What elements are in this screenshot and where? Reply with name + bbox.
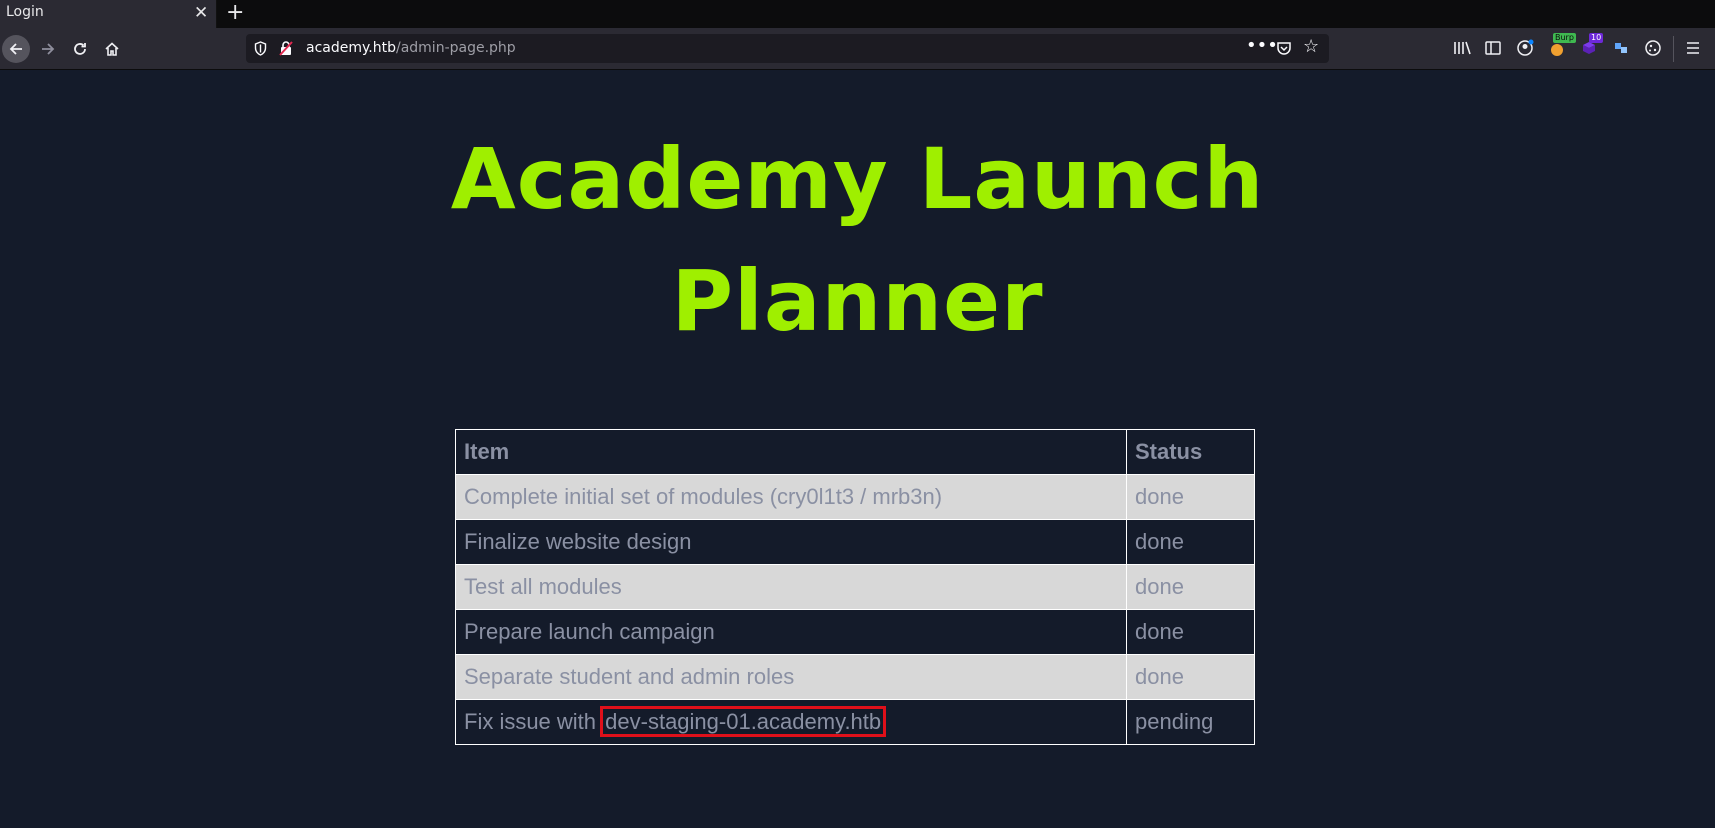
cookie-icon[interactable] — [1643, 38, 1663, 58]
row-status: done — [1126, 654, 1255, 700]
url-bar[interactable]: academy.htb/admin-page.php ••• ☆ — [246, 34, 1329, 63]
burp-extension-icon[interactable]: Burp — [1547, 33, 1576, 58]
home-icon — [105, 42, 119, 56]
tab-login[interactable]: Login ✕ — [0, 0, 217, 28]
row-item: Test all modules — [455, 564, 1127, 610]
bookmark-star-icon[interactable]: ☆ — [1303, 36, 1319, 57]
forward-button[interactable] — [34, 35, 62, 63]
extension-cube-icon[interactable]: 10 — [1579, 33, 1604, 58]
table-row: Fix issue with dev-staging-01.academy.ht… — [455, 699, 1255, 745]
table-row: Prepare launch campaign done — [455, 609, 1255, 655]
row-item: Finalize website design — [455, 519, 1127, 565]
launch-planner-table: Item Status Complete initial set of modu… — [455, 429, 1255, 745]
page-actions-more-icon[interactable]: ••• — [1246, 35, 1278, 56]
row-status: pending — [1126, 699, 1255, 745]
tab-title: Login — [6, 4, 44, 20]
burp-badge: Burp — [1553, 33, 1576, 43]
url-path: /admin-page.php — [395, 40, 516, 56]
reload-icon — [74, 43, 86, 55]
row-item: Prepare launch campaign — [455, 609, 1127, 655]
new-tab-button[interactable]: + — [226, 0, 244, 26]
row-item-prefix: Fix issue with — [464, 709, 603, 734]
header-item: Item — [455, 429, 1127, 475]
table-row: Test all modules done — [455, 564, 1255, 610]
row-item: Complete initial set of modules (cry0l1t… — [455, 474, 1127, 520]
home-button[interactable] — [98, 35, 126, 63]
menu-hamburger-icon[interactable] — [1683, 38, 1703, 58]
header-status: Status — [1126, 429, 1255, 475]
page-title-line1: Academy Launch — [450, 130, 1265, 228]
row-item: Separate student and admin roles — [455, 654, 1127, 700]
back-button[interactable] — [2, 35, 30, 63]
sidebar-icon[interactable] — [1483, 38, 1503, 58]
reload-button[interactable] — [66, 35, 94, 63]
table-row: Separate student and admin roles done — [455, 654, 1255, 700]
table-row: Complete initial set of modules (cry0l1t… — [455, 474, 1255, 520]
page-title-line2: Planner — [671, 252, 1044, 350]
library-icon[interactable] — [1452, 38, 1472, 58]
extension-count-badge: 10 — [1589, 33, 1604, 43]
toolbar-separator — [1673, 36, 1674, 62]
arrow-left-icon — [9, 43, 22, 55]
table-header-row: Item Status — [455, 429, 1255, 475]
row-item: Fix issue with dev-staging-01.academy.ht… — [455, 699, 1127, 745]
tab-bar: Login ✕ + — [0, 0, 1715, 28]
pocket-icon[interactable] — [1276, 40, 1292, 56]
insecure-lock-icon[interactable] — [279, 41, 293, 56]
table-row: Finalize website design done — [455, 519, 1255, 565]
shield-icon[interactable] — [254, 41, 267, 56]
account-icon[interactable] — [1515, 38, 1535, 58]
row-status: done — [1126, 519, 1255, 565]
extension-blocks-icon[interactable] — [1611, 38, 1631, 58]
tab-close-icon[interactable]: ✕ — [194, 3, 208, 23]
row-status: done — [1126, 474, 1255, 520]
page-title: Academy Launch Planner — [0, 118, 1715, 362]
row-status: done — [1126, 564, 1255, 610]
highlighted-hostname: dev-staging-01.academy.htb — [600, 706, 887, 737]
arrow-right-icon — [42, 43, 55, 55]
row-status: done — [1126, 609, 1255, 655]
url-domain: academy.htb — [306, 40, 396, 56]
url-text[interactable]: academy.htb/admin-page.php — [306, 40, 516, 56]
navigation-toolbar: academy.htb/admin-page.php ••• ☆ Burp 10 — [0, 28, 1715, 70]
